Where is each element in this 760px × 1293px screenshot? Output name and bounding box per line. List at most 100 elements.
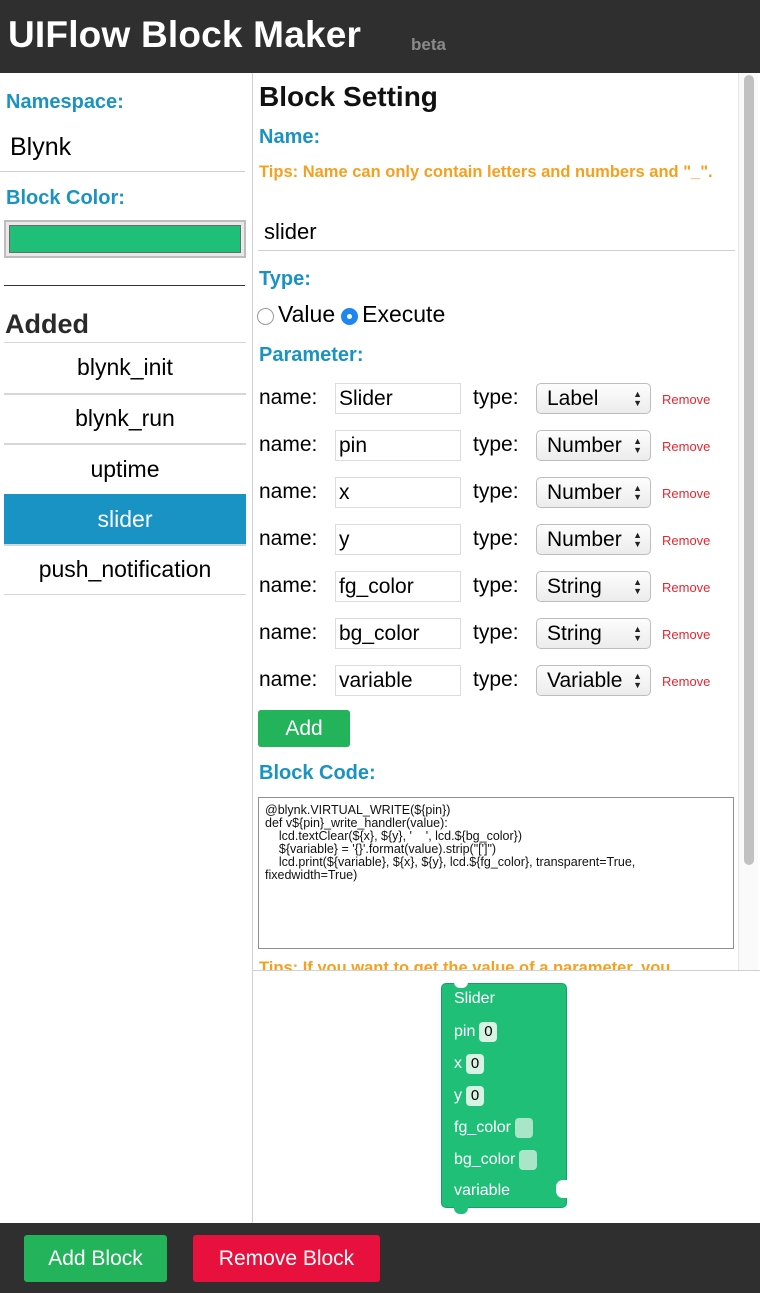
parameter-row: name: Slider type: Label ▲ ▼ Remove — [259, 383, 739, 415]
param-type-select[interactable]: Variable ▲ ▼ — [536, 665, 651, 696]
block-code-textarea[interactable]: @blynk.VIRTUAL_WRITE(${pin}) def v${pin}… — [258, 797, 734, 949]
param-remove-link[interactable]: Remove — [662, 533, 710, 548]
scrollbar-thumb[interactable] — [744, 75, 754, 865]
namespace-underline — [0, 171, 245, 172]
variable-input-socket — [556, 1180, 568, 1198]
param-type-label: type: — [473, 574, 519, 597]
param-type-select[interactable]: Number ▲ ▼ — [536, 477, 651, 508]
param-type-value: Label — [547, 387, 599, 410]
param-name-input[interactable]: x — [335, 477, 461, 508]
param-name-label: name: — [259, 480, 318, 503]
param-name-label: name: — [259, 527, 318, 550]
parameter-row: name: y type: Number ▲ ▼ Remove — [259, 524, 739, 556]
param-type-select[interactable]: String ▲ ▼ — [536, 571, 651, 602]
preview-row-label: x — [454, 1055, 462, 1072]
app-title: UIFlow Block Maker — [8, 14, 362, 55]
parameter-row: name: bg_color type: String ▲ ▼ Remove — [259, 618, 739, 650]
param-type-select[interactable]: Label ▲ ▼ — [536, 383, 651, 414]
name-tips: Tips: Name can only contain letters and … — [259, 163, 713, 181]
type-radio-execute-label[interactable]: Execute — [362, 301, 445, 328]
param-name-input[interactable]: variable — [335, 665, 461, 696]
add-block-button[interactable]: Add Block — [24, 1235, 167, 1282]
param-type-select[interactable]: String ▲ ▼ — [536, 618, 651, 649]
added-item-uptime[interactable]: uptime — [4, 443, 246, 494]
block-notch-top — [454, 982, 468, 988]
param-name-label: name: — [259, 574, 318, 597]
param-type-value: String — [547, 575, 602, 598]
block-color-swatch — [9, 225, 241, 253]
select-arrows-icon: ▲ ▼ — [633, 530, 642, 549]
param-type-value: String — [547, 622, 602, 645]
param-type-label: type: — [473, 668, 519, 691]
param-remove-link[interactable]: Remove — [662, 486, 710, 501]
param-name-input[interactable]: fg_color — [335, 571, 461, 602]
preview-row-variable: variable — [454, 1182, 510, 1200]
name-input[interactable]: slider — [264, 219, 317, 245]
type-radio-value[interactable] — [257, 308, 274, 325]
namespace-input[interactable]: Blynk — [10, 133, 71, 162]
type-radio-value-label[interactable]: Value — [278, 301, 335, 328]
added-item-slider[interactable]: slider — [4, 493, 246, 544]
added-item-blynk-init[interactable]: blynk_init — [4, 342, 246, 393]
param-type-select[interactable]: Number ▲ ▼ — [536, 524, 651, 555]
remove-block-button[interactable]: Remove Block — [193, 1235, 380, 1282]
param-type-value: Variable — [547, 669, 623, 692]
type-radio-execute[interactable] — [341, 308, 359, 325]
block-color-picker[interactable] — [4, 220, 246, 258]
name-label: Name: — [259, 126, 321, 148]
block-settings-panel: Block Setting Name: Tips: Name can only … — [253, 73, 760, 971]
param-type-label: type: — [473, 480, 519, 503]
parameter-row: name: fg_color type: String ▲ ▼ Remove — [259, 571, 739, 603]
param-remove-link[interactable]: Remove — [662, 627, 710, 642]
select-arrows-icon: ▲ ▼ — [633, 577, 642, 596]
preview-number-field[interactable]: 0 — [466, 1054, 484, 1074]
param-name-input[interactable]: bg_color — [335, 618, 461, 649]
select-arrows-icon: ▲ ▼ — [633, 389, 642, 408]
select-arrows-icon: ▲ ▼ — [633, 624, 642, 643]
param-remove-link[interactable]: Remove — [662, 674, 710, 689]
type-radio-group: Value Execute — [257, 301, 451, 328]
preview-number-field[interactable]: 0 — [466, 1086, 484, 1106]
preview-color-field[interactable] — [514, 1118, 533, 1138]
param-name-input[interactable]: y — [335, 524, 461, 555]
added-item-push-notification[interactable]: push_notification — [4, 544, 246, 595]
preview-row-label: bg_color — [454, 1151, 516, 1168]
param-remove-link[interactable]: Remove — [662, 580, 710, 595]
parameter-row: name: pin type: Number ▲ ▼ Remove — [259, 430, 739, 462]
param-name-label: name: — [259, 668, 318, 691]
preview-row-fg-color: fg_color — [454, 1118, 533, 1138]
sidebar-divider — [4, 285, 245, 286]
beta-badge: beta — [411, 35, 446, 54]
block-preview: Slider pin 0 x 0 y 0 fg_color bg_color variable — [253, 971, 760, 1223]
add-parameter-button[interactable]: Add — [258, 710, 350, 747]
parameter-row: name: variable type: Variable ▲ ▼ Remove — [259, 665, 739, 697]
preview-row-label: variable — [454, 1182, 511, 1199]
param-remove-link[interactable]: Remove — [662, 392, 710, 407]
parameter-label: Parameter: — [259, 344, 364, 366]
added-title: Added — [5, 309, 89, 339]
select-arrows-icon: ▲ ▼ — [633, 436, 642, 455]
param-type-label: type: — [473, 433, 519, 456]
param-type-label: type: — [473, 527, 519, 550]
param-name-input[interactable]: Slider — [335, 383, 461, 414]
param-type-label: type: — [473, 621, 519, 644]
parameter-row: name: x type: Number ▲ ▼ Remove — [259, 477, 739, 509]
preview-row-pin: pin 0 — [454, 1022, 498, 1042]
param-remove-link[interactable]: Remove — [662, 439, 710, 454]
preview-row-bg-color: bg_color — [454, 1150, 538, 1170]
name-underline — [258, 250, 735, 251]
block-color-label: Block Color: — [6, 187, 125, 209]
footer-bar: Add Block Remove Block — [0, 1223, 760, 1293]
select-arrows-icon: ▲ ▼ — [633, 483, 642, 502]
param-type-label: type: — [473, 386, 519, 409]
param-type-select[interactable]: Number ▲ ▼ — [536, 430, 651, 461]
added-item-blynk-run[interactable]: blynk_run — [4, 392, 246, 444]
preview-number-field[interactable]: 0 — [479, 1022, 498, 1042]
preview-block-title: Slider — [454, 990, 495, 1007]
preview-row-label: fg_color — [454, 1119, 511, 1136]
block-code-label: Block Code: — [259, 762, 376, 784]
settings-scrollbar[interactable] — [738, 73, 758, 970]
preview-block[interactable]: Slider pin 0 x 0 y 0 fg_color bg_color variable — [441, 982, 568, 1214]
param-name-input[interactable]: pin — [335, 430, 461, 461]
preview-color-field[interactable] — [519, 1150, 538, 1170]
